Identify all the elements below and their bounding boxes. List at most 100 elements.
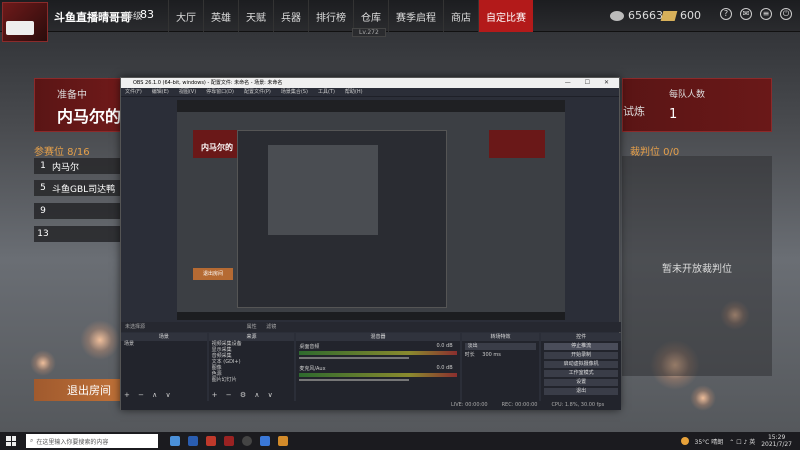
controls-title: 控件: [541, 333, 622, 341]
main-nav: 大厅 英雄 天赋 兵器 排行榜 仓库 赛季启程 商店 自定比赛: [168, 0, 533, 32]
app-icon[interactable]: [278, 436, 288, 446]
gold-currency: 600: [660, 9, 701, 22]
scene-item[interactable]: 场景: [121, 341, 207, 347]
nav-talents[interactable]: 天赋: [238, 0, 273, 32]
obs-icon[interactable]: [242, 436, 252, 446]
participant-slot[interactable]: 5 斗鱼GBL司达鸭: [34, 180, 124, 196]
search-icon: ⌕: [30, 437, 34, 444]
menu-docks[interactable]: 停靠窗口(D): [206, 88, 234, 96]
transition-select[interactable]: 淡出: [464, 343, 537, 350]
filters-button[interactable]: 滤镜: [266, 324, 276, 330]
nested-room-title: 内马尔的: [201, 143, 233, 152]
room-settings-panel: 试炼 每队人数 1: [622, 78, 772, 132]
silver-amount: 65663: [628, 9, 663, 22]
team-size-label: 每队人数: [669, 90, 706, 100]
edge-icon[interactable]: [170, 436, 180, 446]
source-item[interactable]: 图片幻灯片: [209, 377, 295, 383]
windows-start-icon[interactable]: [6, 436, 16, 446]
scene-controls[interactable]: + − ∧ ∨: [124, 391, 174, 399]
menu-scene-collection[interactable]: 场景集合(S): [281, 88, 308, 96]
duration-label: 时长: [464, 352, 475, 358]
volume-slider[interactable]: [299, 379, 410, 381]
version-label: Lv.272: [352, 28, 386, 37]
app-icon[interactable]: [188, 436, 198, 446]
power-icon[interactable]: ⏻: [780, 8, 792, 20]
source-toolbar: 未选择源 属性 滤镜: [121, 322, 621, 332]
player-avatar[interactable]: [2, 2, 48, 42]
mixer-channel: 麦克风/Aux 0.0 dB: [299, 365, 457, 381]
obs-title-bar: OBS 26.1.0 (64-bit, windows) - 配置文件: 未命名…: [121, 78, 619, 88]
nav-season[interactable]: 赛季启程: [388, 0, 443, 32]
start-recording-button[interactable]: 开始录制: [544, 352, 619, 359]
mail-icon[interactable]: ✉: [740, 8, 752, 20]
menu-icon[interactable]: ≡: [760, 8, 772, 20]
duration-row: 时长 300 ms: [462, 352, 540, 358]
menu-file[interactable]: 文件(F): [125, 88, 142, 96]
virtual-camera-button[interactable]: 启动虚拟摄像机: [544, 361, 619, 368]
app-icon[interactable]: [206, 436, 216, 446]
nested-settings-panel: [489, 130, 545, 158]
participant-slot[interactable]: 1 内马尔: [34, 158, 124, 174]
menu-tools[interactable]: 工具(T): [318, 88, 335, 96]
obs-window: OBS 26.1.0 (64-bit, windows) - 配置文件: 未命名…: [120, 77, 622, 410]
scenes-dock: 场景 场景 + − ∧ ∨: [121, 333, 207, 401]
mixer-dock: 混音器 桌面音频 0.0 dB 麦克风/Aux 0.0 dB: [296, 333, 460, 401]
help-icon[interactable]: ?: [720, 8, 732, 20]
system-icons: ? ✉ ≡ ⏻: [720, 8, 792, 20]
clock-date: 2021/7/27: [761, 441, 792, 448]
mixer-channel-name: 麦克风/Aux: [299, 366, 326, 372]
avatar-badge: [6, 21, 34, 35]
slot-player-name: 斗鱼GBL司达鸭: [52, 184, 116, 195]
nested-taskbar: [177, 312, 565, 320]
nav-custom-match[interactable]: 自定比赛: [478, 0, 533, 32]
participant-slot[interactable]: 9: [34, 203, 124, 219]
taskbar-search-input[interactable]: ⌕ 在这里输入你要搜索的内容: [26, 434, 158, 448]
mixer-channel-level: 0.0 dB: [436, 343, 453, 349]
nav-heroes[interactable]: 英雄: [203, 0, 238, 32]
properties-button[interactable]: 属性: [247, 324, 257, 330]
clock[interactable]: 15:29 2021/7/27: [761, 434, 792, 448]
search-placeholder: 在这里输入你要搜索的内容: [36, 438, 109, 446]
controls-dock: 控件 停止推流 开始录制 启动虚拟摄像机 工作室模式 设置 退出: [541, 333, 622, 401]
obs-preview[interactable]: 内马尔的 退出房间: [177, 100, 565, 320]
participant-slot[interactable]: 13: [34, 226, 124, 242]
nested-exit-button: 退出房间: [193, 268, 233, 280]
window-controls[interactable]: — ☐ ✕: [565, 78, 615, 88]
obs-docks: 场景 场景 + − ∧ ∨ 来源 视频采集设备 显示采集 音频采集 文本 (GD…: [121, 333, 622, 401]
transitions-dock: 转场特效 淡出 时长 300 ms: [461, 333, 540, 401]
nav-leaderboard[interactable]: 排行榜: [308, 0, 353, 32]
slot-number: 9: [40, 206, 46, 216]
menu-edit[interactable]: 编辑(E): [152, 88, 169, 96]
app-icon[interactable]: [224, 436, 234, 446]
no-source-label: 未选择源: [125, 324, 146, 330]
obs-menu-bar: 文件(F) 编辑(E) 视图(V) 停靠窗口(D) 配置文件(P) 场景集合(S…: [121, 88, 619, 97]
tray-icons[interactable]: ⌃ ☐ ♪ 英: [729, 437, 755, 446]
room-status-label: 准备中: [57, 90, 87, 101]
weather-text[interactable]: 35°C 晴朗: [695, 437, 724, 446]
referee-empty-text: 暂未开放裁判位: [662, 264, 732, 275]
gold-amount: 600: [680, 9, 701, 22]
silver-currency: 65663: [610, 9, 663, 22]
source-controls[interactable]: + − ⚙ ∧ ∨: [212, 391, 276, 399]
settings-button[interactable]: 设置: [544, 379, 619, 386]
live-time: LIVE: 00:00:00: [451, 402, 488, 408]
audio-meter: [299, 373, 457, 377]
taskbar-apps: [170, 436, 288, 446]
menu-profile[interactable]: 配置文件(P): [244, 88, 271, 96]
exit-button[interactable]: 退出: [544, 388, 619, 395]
menu-view[interactable]: 视图(V): [179, 88, 196, 96]
studio-mode-button[interactable]: 工作室模式: [544, 370, 619, 377]
room-mode: 试炼: [623, 105, 645, 118]
volume-slider[interactable]: [299, 357, 410, 359]
slot-number: 13: [37, 229, 49, 239]
nav-shop[interactable]: 商店: [443, 0, 478, 32]
referee-area: 暂未开放裁判位: [622, 156, 772, 376]
nav-weapons[interactable]: 兵器: [273, 0, 308, 32]
nav-lobby[interactable]: 大厅: [168, 0, 203, 32]
duration-input[interactable]: 300 ms: [482, 352, 501, 358]
menu-help[interactable]: 帮助(H): [345, 88, 363, 96]
slot-number: 1: [40, 161, 46, 171]
cpu-fps: CPU: 1.8%, 30.00 fps: [551, 402, 605, 408]
app-icon[interactable]: [260, 436, 270, 446]
stop-streaming-button[interactable]: 停止推流: [544, 343, 619, 350]
